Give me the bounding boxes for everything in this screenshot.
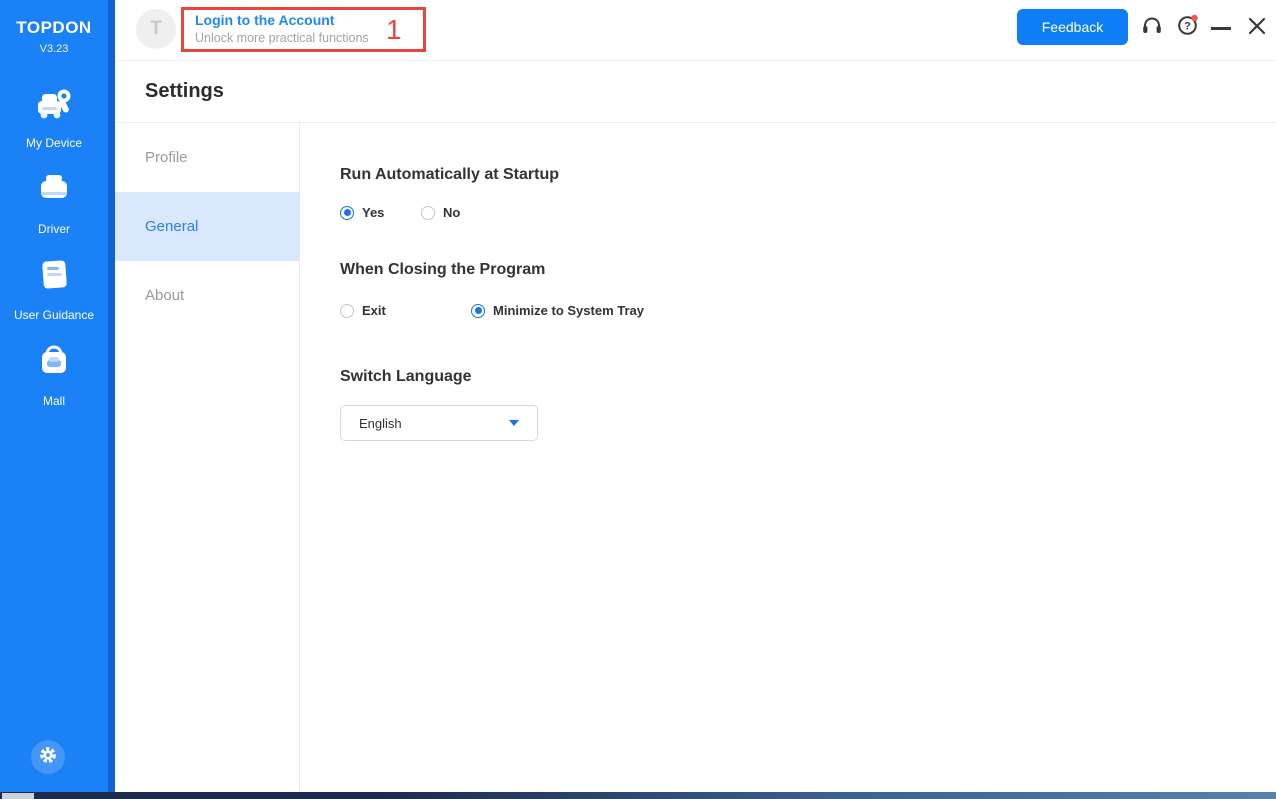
language-dropdown-value: English bbox=[359, 415, 402, 431]
radio-closing-exit-label: Exit bbox=[362, 303, 386, 318]
svg-text:?: ? bbox=[1184, 20, 1191, 32]
tab-profile[interactable]: Profile bbox=[115, 123, 300, 192]
tab-general-label: General bbox=[145, 218, 199, 235]
tab-about-label: About bbox=[145, 287, 185, 304]
feedback-button[interactable]: Feedback bbox=[1017, 9, 1128, 45]
tab-profile-label: Profile bbox=[145, 149, 188, 166]
user-guidance-icon bbox=[33, 254, 75, 301]
sidebar-settings-button[interactable] bbox=[31, 740, 65, 774]
page-title: Settings bbox=[145, 80, 224, 102]
sidebar-item-driver[interactable] bbox=[0, 168, 108, 215]
avatar-letter: T bbox=[150, 18, 162, 39]
radio-selected-icon bbox=[471, 303, 485, 318]
radio-startup-no[interactable]: No bbox=[421, 205, 460, 220]
radio-unselected-icon bbox=[340, 303, 354, 318]
radio-startup-yes[interactable]: Yes bbox=[340, 205, 384, 220]
section-heading-language: Switch Language bbox=[340, 368, 472, 385]
driver-icon bbox=[33, 168, 75, 215]
sidebar-edge-stripe bbox=[108, 0, 115, 792]
os-taskbar-button bbox=[2, 793, 34, 799]
radio-unselected-icon bbox=[421, 205, 435, 220]
settings-title-bar bbox=[115, 62, 1276, 123]
mall-icon bbox=[33, 340, 75, 387]
close-button[interactable] bbox=[1246, 17, 1268, 39]
question-mark-icon: ? bbox=[1177, 14, 1199, 41]
radio-selected-icon bbox=[340, 205, 354, 220]
app-logo: TOPDON bbox=[16, 18, 92, 37]
radio-startup-yes-label: Yes bbox=[362, 205, 385, 220]
sidebar-label-driver[interactable]: Driver bbox=[0, 222, 108, 236]
chevron-down-icon bbox=[509, 420, 519, 426]
support-headset-button[interactable] bbox=[1141, 16, 1163, 38]
section-heading-startup: Run Automatically at Startup bbox=[340, 166, 559, 183]
help-button[interactable]: ? bbox=[1177, 14, 1199, 41]
tab-about[interactable]: About bbox=[115, 261, 300, 330]
minimize-button[interactable] bbox=[1211, 27, 1231, 30]
sidebar-label-mall[interactable]: Mall bbox=[0, 394, 108, 408]
sidebar-item-my-device[interactable] bbox=[0, 84, 108, 131]
radio-closing-minimize[interactable]: Minimize to System Tray bbox=[471, 303, 644, 318]
section-heading-closing: When Closing the Program bbox=[340, 261, 546, 278]
annotation-number: 1 bbox=[386, 14, 402, 45]
radio-closing-exit[interactable]: Exit bbox=[340, 303, 386, 318]
headset-icon bbox=[1141, 14, 1163, 41]
tab-general[interactable]: General bbox=[115, 192, 300, 261]
radio-startup-no-label: No bbox=[443, 205, 461, 220]
sidebar-item-user-guidance[interactable] bbox=[0, 254, 108, 301]
os-taskbar-edge bbox=[0, 792, 1276, 799]
sidebar-item-mall[interactable] bbox=[0, 340, 108, 387]
sidebar-label-my-device[interactable]: My Device bbox=[0, 136, 108, 150]
language-dropdown[interactable]: English bbox=[340, 405, 538, 441]
my-device-icon bbox=[33, 84, 75, 131]
app-version: V3.23 bbox=[39, 43, 69, 55]
gear-icon bbox=[39, 746, 57, 769]
radio-closing-minimize-label: Minimize to System Tray bbox=[493, 303, 644, 318]
avatar[interactable]: T bbox=[136, 9, 176, 49]
sidebar-label-user-guidance[interactable]: User Guidance bbox=[0, 308, 108, 322]
close-icon bbox=[1247, 16, 1267, 41]
